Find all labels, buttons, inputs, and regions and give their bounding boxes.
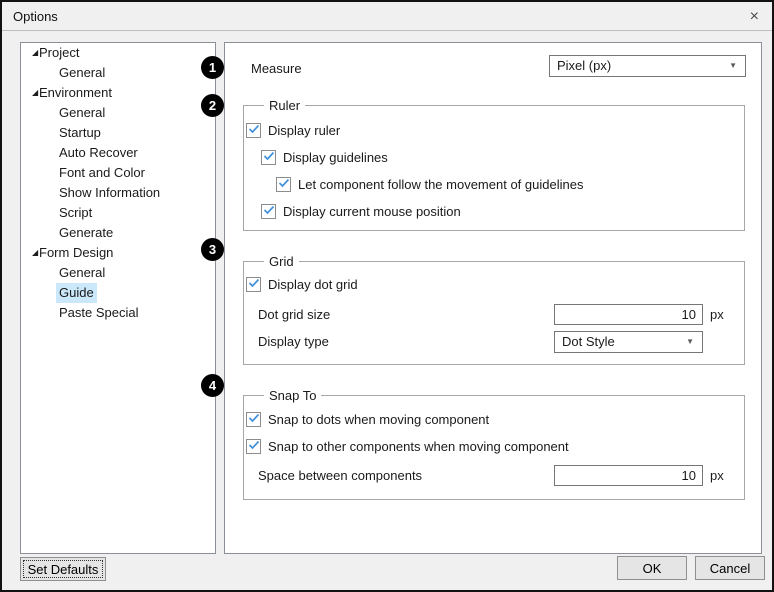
sidebar-item-guide[interactable]: Guide (21, 283, 215, 303)
sidebar-item-project[interactable]: ◢ Project (21, 43, 215, 63)
close-icon[interactable]: × (750, 2, 759, 31)
display-guidelines-row[interactable]: Display guidelines (261, 147, 388, 167)
guide-settings-panel: Measure Pixel (px) ▼ Ruler Display ruler… (224, 42, 762, 554)
grid-group-title: Grid (264, 252, 299, 272)
window-title: Options (13, 2, 58, 31)
sidebar-item-environment[interactable]: ◢ Environment (21, 83, 215, 103)
sidebar-item-label: Paste Special (56, 303, 142, 323)
sidebar-item-label: Auto Recover (56, 143, 141, 163)
sidebar-item-label: Generate (56, 223, 116, 243)
expanded-node-icon[interactable]: ◢ (21, 83, 36, 103)
sidebar-item-startup[interactable]: Startup (21, 123, 215, 143)
sidebar-item-environment-general[interactable]: General (21, 103, 215, 123)
display-dot-grid-label: Display dot grid (268, 277, 358, 292)
snap-to-group-title: Snap To (264, 386, 321, 406)
ruler-group-title: Ruler (264, 96, 305, 116)
sidebar-item-label: Project (36, 43, 82, 63)
set-defaults-button[interactable]: Set Defaults (20, 557, 106, 581)
display-ruler-label: Display ruler (268, 123, 340, 138)
sidebar-item-auto-recover[interactable]: Auto Recover (21, 143, 215, 163)
display-dot-grid-checkbox[interactable] (246, 277, 261, 292)
options-dialog: Options × ◢ Project General ◢ Environmen… (0, 0, 774, 592)
space-between-components-unit: px (710, 465, 724, 486)
sidebar-item-script[interactable]: Script (21, 203, 215, 223)
snap-to-dots-label: Snap to dots when moving component (268, 412, 489, 427)
dot-grid-size-input[interactable] (554, 304, 703, 325)
checkmark-icon (278, 178, 290, 188)
sidebar-item-label: Show Information (56, 183, 163, 203)
follow-guidelines-label: Let component follow the movement of gui… (298, 177, 583, 192)
checkmark-icon (263, 205, 275, 215)
checkmark-icon (248, 440, 260, 450)
sidebar-item-generate[interactable]: Generate (21, 223, 215, 243)
annotation-badge-3: 3 (201, 238, 224, 261)
sidebar-item-form-design[interactable]: ◢ Form Design (21, 243, 215, 263)
sidebar-item-label: General (56, 103, 108, 123)
snap-to-components-checkbox[interactable] (246, 439, 261, 454)
checkmark-icon (248, 413, 260, 423)
display-guidelines-label: Display guidelines (283, 150, 388, 165)
annotation-badge-4: 4 (201, 374, 224, 397)
sidebar-item-form-design-general[interactable]: General (21, 263, 215, 283)
follow-guidelines-checkbox[interactable] (276, 177, 291, 192)
sidebar-item-label: Font and Color (56, 163, 148, 183)
settings-tree: ◢ Project General ◢ Environment General … (20, 42, 216, 554)
display-type-select-value: Dot Style (562, 332, 615, 352)
measure-select-value: Pixel (px) (557, 56, 611, 76)
follow-guidelines-row[interactable]: Let component follow the movement of gui… (276, 174, 583, 194)
sidebar-item-label-selected: Guide (56, 283, 97, 303)
mouse-position-label: Display current mouse position (283, 204, 461, 219)
snap-to-components-label: Snap to other components when moving com… (268, 439, 569, 454)
sidebar-item-label: General (56, 63, 108, 83)
mouse-position-row[interactable]: Display current mouse position (261, 201, 461, 221)
sidebar-item-show-information[interactable]: Show Information (21, 183, 215, 203)
sidebar-item-label: General (56, 263, 108, 283)
display-type-select[interactable]: Dot Style ▼ (554, 331, 703, 353)
checkmark-icon (263, 151, 275, 161)
chevron-down-icon: ▼ (686, 332, 694, 352)
annotation-badge-1: 1 (201, 56, 224, 79)
sidebar-item-label: Environment (36, 83, 115, 103)
checkmark-icon (248, 278, 260, 288)
dot-grid-size-unit: px (710, 304, 724, 325)
display-ruler-checkbox[interactable] (246, 123, 261, 138)
annotation-badge-2: 2 (201, 94, 224, 117)
sidebar-item-project-general[interactable]: General (21, 63, 215, 83)
chevron-down-icon: ▼ (729, 56, 737, 76)
sidebar-item-label: Script (56, 203, 95, 223)
space-between-components-label: Space between components (258, 466, 422, 486)
sidebar-item-label: Startup (56, 123, 104, 143)
space-between-components-input[interactable] (554, 465, 703, 486)
expanded-node-icon[interactable]: ◢ (21, 243, 36, 263)
checkmark-icon (248, 124, 260, 134)
display-type-label: Display type (258, 332, 329, 352)
measure-label: Measure (251, 59, 302, 79)
sidebar-item-paste-special[interactable]: Paste Special (21, 303, 215, 323)
display-dot-grid-row[interactable]: Display dot grid (246, 274, 358, 294)
expanded-node-icon[interactable]: ◢ (21, 43, 36, 63)
display-guidelines-checkbox[interactable] (261, 150, 276, 165)
display-ruler-row[interactable]: Display ruler (246, 120, 340, 140)
ok-button[interactable]: OK (617, 556, 687, 580)
title-bar: Options × (2, 2, 772, 31)
snap-to-components-row[interactable]: Snap to other components when moving com… (246, 436, 569, 456)
cancel-button[interactable]: Cancel (695, 556, 765, 580)
mouse-position-checkbox[interactable] (261, 204, 276, 219)
sidebar-item-label: Form Design (36, 243, 116, 263)
snap-to-dots-checkbox[interactable] (246, 412, 261, 427)
measure-select[interactable]: Pixel (px) ▼ (549, 55, 746, 77)
snap-to-dots-row[interactable]: Snap to dots when moving component (246, 409, 489, 429)
sidebar-item-font-and-color[interactable]: Font and Color (21, 163, 215, 183)
dot-grid-size-label: Dot grid size (258, 305, 330, 325)
